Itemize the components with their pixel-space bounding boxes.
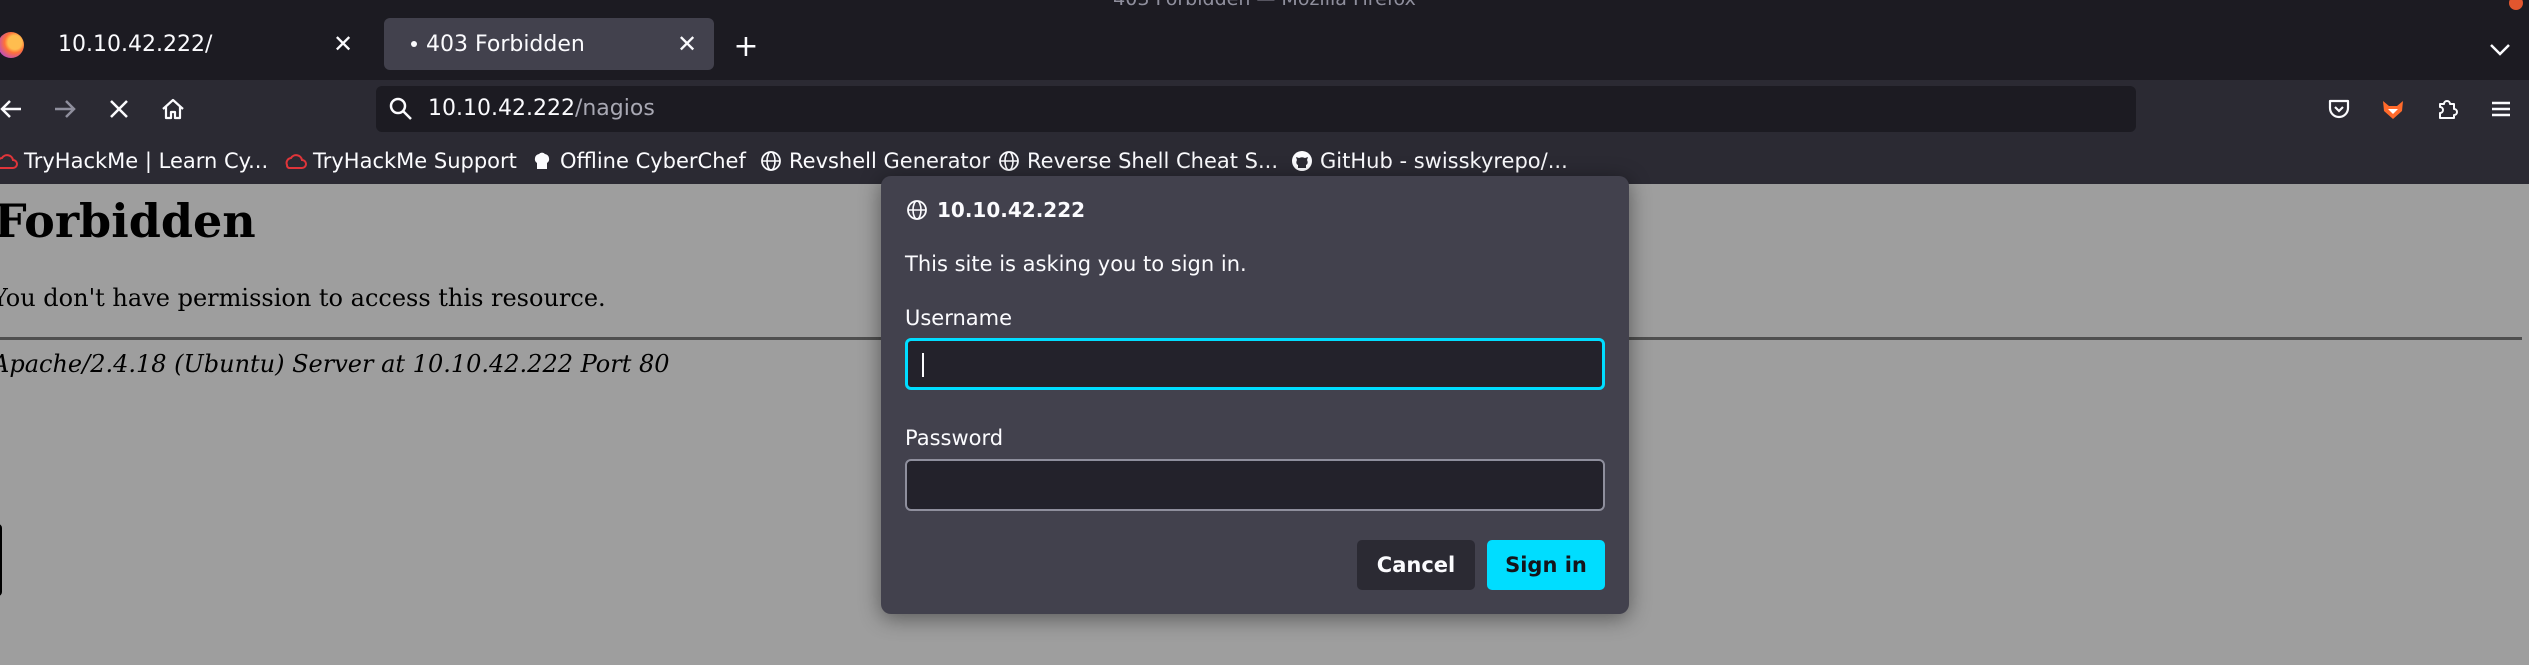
dialog-message: This site is asking you to sign in.: [905, 252, 1247, 276]
tab-label: 403 Forbidden: [426, 31, 585, 57]
url-path: /nagios: [574, 96, 655, 121]
bookmark-label: Revshell Generator: [789, 149, 991, 173]
window-titlebar: 403 Forbidden — Mozilla Firefox: [0, 0, 2529, 12]
password-field[interactable]: [905, 459, 1605, 511]
bookmark-label: TryHackMe Support: [313, 149, 517, 173]
puzzle-icon: [2439, 100, 2458, 119]
tryhackme-icon: [0, 154, 18, 169]
close-icon: [110, 100, 128, 118]
bookmark-label: Offline CyberChef: [560, 149, 746, 173]
tab-strip: 10.10.42.222/ ✕ 403 Forbidden ✕ +: [0, 12, 2529, 80]
bookmark-label: Reverse Shell Cheat S...: [1027, 149, 1279, 173]
stop-button[interactable]: [100, 90, 138, 128]
auth-dialog: 10.10.42.222 This site is asking you to …: [881, 176, 1629, 614]
bookmark-tryhackme[interactable]: TryHackMe | Learn Cy...: [0, 146, 268, 176]
arrow-left-icon: [0, 100, 21, 118]
globe-icon: [761, 151, 781, 171]
username-label: Username: [905, 306, 1013, 330]
firefox-icon: [0, 32, 24, 58]
search-icon: [389, 97, 412, 120]
bookmark-tryhackme-support[interactable]: TryHackMe Support: [283, 146, 517, 176]
foxyproxy-button[interactable]: [2374, 90, 2412, 128]
window-title: 403 Forbidden — Mozilla Firefox: [0, 0, 2529, 10]
tab-403-forbidden[interactable]: 403 Forbidden ✕: [384, 18, 714, 70]
back-button[interactable]: [0, 90, 30, 128]
loading-dot-icon: [411, 41, 417, 47]
sign-in-button[interactable]: Sign in: [1487, 540, 1605, 590]
forward-button[interactable]: [46, 90, 84, 128]
globe-icon: [907, 200, 927, 220]
home-icon: [162, 98, 184, 120]
password-label: Password: [905, 426, 1004, 450]
chevron-down-icon[interactable]: [2485, 34, 2515, 64]
globe-icon: [999, 151, 1019, 171]
url-bar[interactable]: 10.10.42.222/nagios: [376, 86, 2136, 132]
nav-bar: 10.10.42.222/nagios: [0, 80, 2529, 138]
close-icon[interactable]: ✕: [328, 29, 358, 59]
bookmark-label: GitHub - swisskyrepo/...: [1320, 149, 1568, 173]
menu-button[interactable]: [2482, 90, 2520, 128]
bookmark-github-swisskyrepo[interactable]: GitHub - swisskyrepo/...: [1290, 146, 1568, 176]
dialog-host: 10.10.42.222: [905, 198, 1085, 222]
dialog-host-label: 10.10.42.222: [937, 198, 1086, 222]
close-icon[interactable]: ✕: [672, 29, 702, 59]
bookmark-offline-cyberchef[interactable]: Offline CyberChef: [530, 146, 746, 176]
url-host: 10.10.42.222: [428, 96, 575, 121]
bookmark-label: TryHackMe | Learn Cy...: [24, 149, 269, 173]
pocket-button[interactable]: [2320, 90, 2358, 128]
hamburger-menu-icon: [2492, 101, 2510, 117]
tab-ip-root[interactable]: 10.10.42.222/ ✕: [0, 18, 370, 70]
text-caret: [922, 353, 924, 377]
github-icon: [1292, 151, 1312, 171]
new-tab-button[interactable]: +: [728, 30, 764, 66]
pocket-icon: [2328, 99, 2350, 119]
tryhackme-icon: [285, 154, 307, 169]
chef-hat-icon: [534, 152, 550, 169]
fox-extension-icon: [2383, 101, 2403, 119]
extensions-button[interactable]: [2428, 90, 2466, 128]
url-text[interactable]: 10.10.42.222/nagios: [428, 96, 655, 121]
tab-label: 10.10.42.222/: [58, 31, 213, 57]
cancel-button[interactable]: Cancel: [1357, 540, 1475, 590]
bookmark-reverse-shell-cheat-sheet[interactable]: Reverse Shell Cheat S...: [997, 146, 1278, 176]
username-field[interactable]: [905, 338, 1605, 390]
home-button[interactable]: [154, 90, 192, 128]
arrow-right-icon: [55, 100, 76, 118]
bookmark-revshell-generator[interactable]: Revshell Generator: [759, 146, 990, 176]
